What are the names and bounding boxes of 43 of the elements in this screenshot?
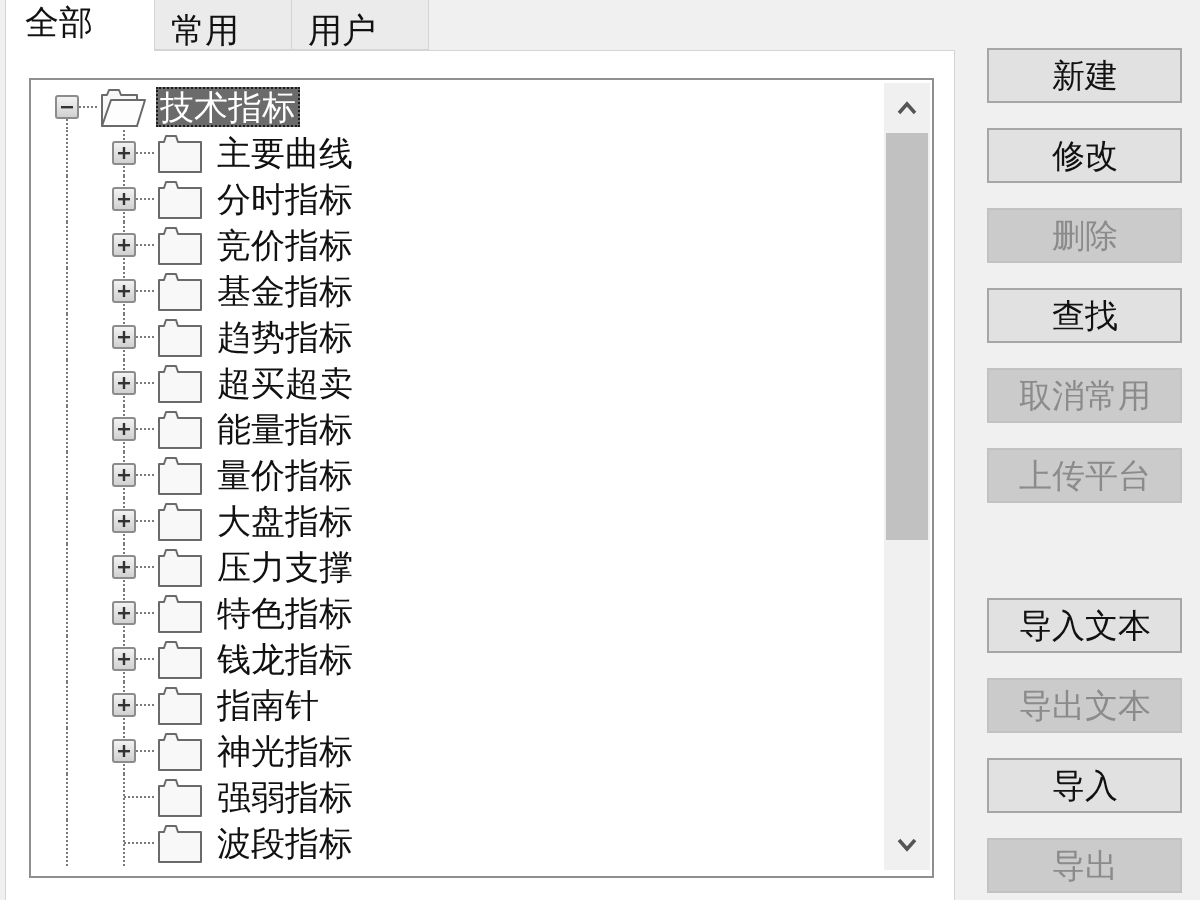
- plus-box-icon[interactable]: [112, 187, 136, 211]
- plus-box-icon[interactable]: [112, 417, 136, 441]
- tree-item[interactable]: 强弱指标: [213, 777, 357, 817]
- plus-box-icon[interactable]: [112, 509, 136, 533]
- action-button[interactable]: 新建: [987, 48, 1182, 103]
- tree-item[interactable]: 能量指标: [213, 409, 357, 449]
- tree-item[interactable]: 技术指标: [156, 87, 300, 127]
- tree-item[interactable]: 指南针: [213, 685, 323, 725]
- plus-box-icon[interactable]: [112, 325, 136, 349]
- tab[interactable]: 用户: [292, 0, 429, 50]
- plus-box-icon[interactable]: [112, 141, 136, 165]
- minus-box-icon[interactable]: [55, 95, 79, 119]
- plus-box-icon[interactable]: [112, 463, 136, 487]
- plus-box-icon[interactable]: [112, 279, 136, 303]
- tree-item[interactable]: 波段指标: [213, 823, 357, 863]
- plus-box-icon[interactable]: [112, 601, 136, 625]
- action-button[interactable]: 修改: [987, 128, 1182, 183]
- tree-item[interactable]: 大盘指标: [213, 501, 357, 541]
- plus-box-icon[interactable]: [112, 233, 136, 257]
- tree-item[interactable]: 钱龙指标: [213, 639, 357, 679]
- tree-item[interactable]: 分时指标: [213, 179, 357, 219]
- plus-box-icon[interactable]: [112, 647, 136, 671]
- tree-item[interactable]: 趋势指标: [213, 317, 357, 357]
- tree-item[interactable]: 主要曲线: [213, 133, 357, 173]
- tree-item[interactable]: 基金指标: [213, 271, 357, 311]
- tree-item[interactable]: 竞价指标: [213, 225, 357, 265]
- action-button[interactable]: 导入: [987, 758, 1182, 813]
- action-button[interactable]: 查找: [987, 288, 1182, 343]
- tree-item[interactable]: 量价指标: [213, 455, 357, 495]
- plus-box-icon[interactable]: [112, 739, 136, 763]
- action-button[interactable]: 导入文本: [987, 598, 1182, 653]
- tab[interactable]: 常用: [155, 0, 292, 50]
- scrollbar-thumb[interactable]: [886, 133, 928, 540]
- chevron-up-icon[interactable]: [897, 101, 917, 115]
- plus-box-icon[interactable]: [112, 693, 136, 717]
- tree-item[interactable]: 超买超卖: [213, 363, 357, 403]
- tab[interactable]: 全部: [5, 0, 155, 51]
- tree-item[interactable]: 特色指标: [213, 593, 357, 633]
- plus-box-icon[interactable]: [112, 555, 136, 579]
- tree-item[interactable]: 压力支撑: [213, 547, 357, 587]
- chevron-down-icon[interactable]: [897, 838, 917, 852]
- plus-box-icon[interactable]: [112, 371, 136, 395]
- tree-item[interactable]: 神光指标: [213, 731, 357, 771]
